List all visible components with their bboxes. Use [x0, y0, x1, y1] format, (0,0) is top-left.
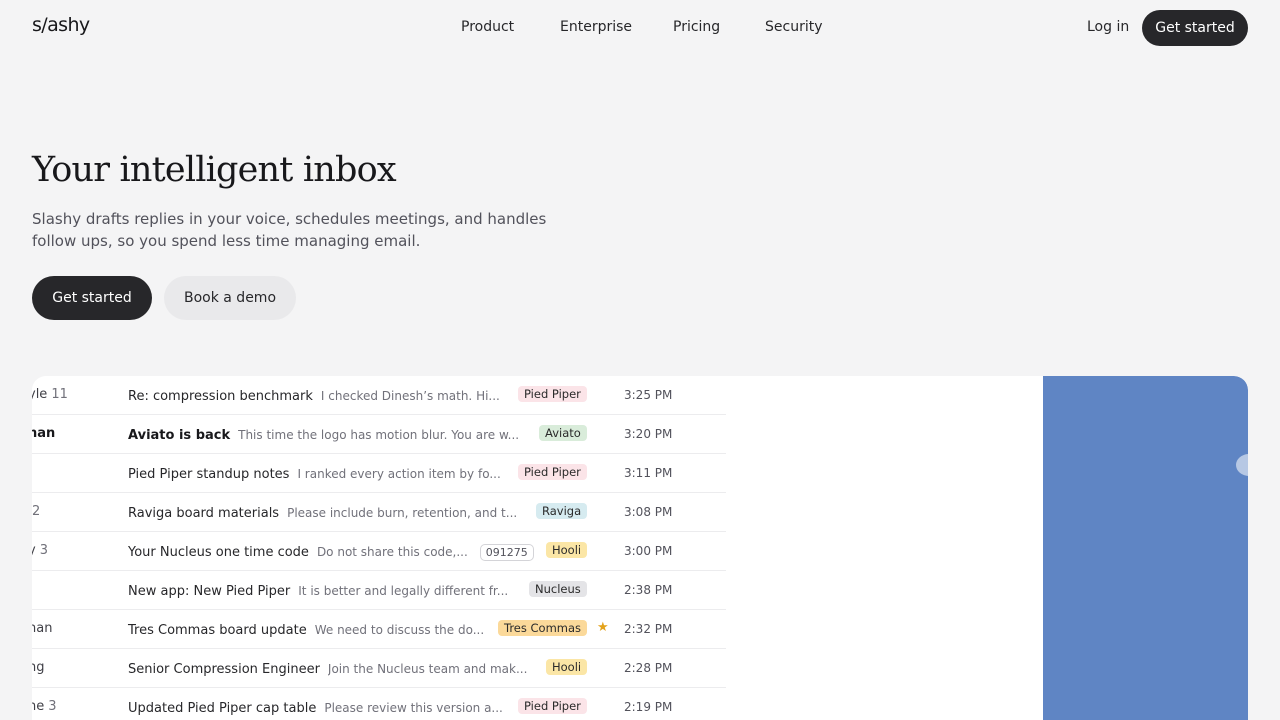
hero-subtitle: Slashy drafts replies in your voice, sch… — [32, 210, 547, 250]
email-row[interactable]: nan Tres Commas board update We need to di… — [32, 610, 726, 649]
email-sender-name: yle — [32, 387, 48, 402]
label-tag[interactable]: Hooli — [546, 659, 588, 675]
email-snippet: It is better and legally different fr... — [298, 584, 509, 598]
label-tag[interactable]: Pied Piper — [518, 464, 587, 480]
nav-link-enterprise[interactable]: Enterprise — [560, 19, 632, 35]
top-nav: s/ashy Product Enterprise Pricing Securi… — [0, 0, 1280, 56]
thread-count: 3 — [39, 543, 48, 558]
email-content: Re: compression benchmark I checked Dines… — [128, 387, 500, 405]
email-sender: yle11 — [32, 387, 68, 402]
email-subject: Aviato is back — [128, 427, 231, 443]
email-snippet: Please include burn, retention, and t... — [287, 506, 518, 520]
email-sender: nan — [32, 621, 52, 636]
email-sender: 2 — [32, 504, 40, 519]
label-tag[interactable]: Aviato — [539, 425, 587, 441]
inbox-preview: yle11 Re: compression benchmark I checked … — [32, 376, 1248, 720]
email-subject: Senior Compression Engineer — [128, 661, 320, 677]
star-icon[interactable]: ★ — [597, 620, 609, 635]
email-subject: Your Nucleus one time code — [128, 544, 309, 560]
email-time: 3:08 PM — [624, 505, 673, 519]
email-snippet: Do not share this code,... — [316, 545, 468, 559]
email-row[interactable]: 2 Raviga board materials Please include bu… — [32, 493, 726, 532]
email-row[interactable]: y3 Your Nucleus one time code Do not share… — [32, 532, 726, 571]
email-sender: y3 — [32, 543, 48, 558]
label-tag[interactable]: Nucleus — [529, 581, 587, 597]
verification-code-chip[interactable]: 091275 — [479, 543, 534, 561]
get-started-button[interactable]: Get started — [32, 276, 152, 320]
thread-count: 2 — [32, 504, 41, 519]
email-time: 3:25 PM — [624, 388, 673, 402]
nav-get-started-button[interactable]: Get started — [1142, 10, 1248, 46]
email-row[interactable]: New app: New Pied Piper It is better and … — [32, 571, 726, 610]
email-content: Aviato is back This time the logo has mot… — [128, 426, 519, 444]
email-list: yle11 Re: compression benchmark I checked … — [32, 376, 726, 720]
label-tag[interactable]: Raviga — [536, 503, 588, 519]
hero-title: Your intelligent inbox — [32, 150, 397, 190]
email-snippet: I checked Dinesh’s math. Hi... — [320, 389, 500, 403]
email-content: New app: New Pied Piper It is better and … — [128, 582, 508, 600]
email-snippet: This time the logo has motion blur. You … — [238, 428, 520, 442]
email-row[interactable]: ne 3 Updated Pied Piper cap table Please re… — [32, 688, 726, 720]
thread-count: 3 — [48, 699, 57, 714]
email-row[interactable]: nan Aviato is back This time the logo has … — [32, 415, 726, 454]
label-tag[interactable]: Pied Piper — [518, 386, 587, 402]
email-snippet: Join the Nucleus team and mak... — [327, 662, 528, 676]
email-sender: ne 3 — [32, 699, 57, 714]
email-row[interactable]: ng Senior Compression Engineer Join the Nu… — [32, 649, 726, 688]
email-content: Raviga board materials Please include bur… — [128, 504, 517, 522]
email-row[interactable]: yle11 Re: compression benchmark I checked … — [32, 376, 726, 415]
email-snippet: Please review this version a... — [324, 701, 503, 715]
email-subject: Tres Commas board update — [128, 622, 307, 638]
email-sender-name: ne — [32, 699, 45, 714]
email-time: 3:20 PM — [624, 427, 673, 441]
nav-link-security[interactable]: Security — [765, 19, 823, 35]
email-time: 2:19 PM — [624, 700, 673, 714]
email-content: Pied Piper standup notes I ranked every a… — [128, 465, 501, 483]
email-sender-name: nan — [32, 621, 53, 636]
cloud-decoration — [1236, 454, 1248, 476]
email-sender-name: nan — [32, 426, 56, 441]
thread-count: 11 — [51, 387, 68, 402]
preview-image-panel — [1043, 376, 1248, 720]
email-snippet: We need to discuss the do... — [314, 623, 485, 637]
email-time: 2:28 PM — [624, 661, 673, 675]
email-content: Updated Pied Piper cap table Please revie… — [128, 699, 503, 717]
email-row[interactable]: Pied Piper standup notes I ranked every a… — [32, 454, 726, 493]
email-sender-name: ng — [32, 660, 45, 675]
email-time: 2:38 PM — [624, 583, 673, 597]
email-time: 2:32 PM — [624, 622, 673, 636]
email-subject: Pied Piper standup notes — [128, 466, 290, 482]
email-sender-name: y — [32, 543, 36, 558]
nav-link-pricing[interactable]: Pricing — [673, 19, 720, 35]
nav-link-product[interactable]: Product — [461, 19, 514, 35]
email-sender: ng — [32, 660, 45, 675]
email-subject: New app: New Pied Piper — [128, 583, 291, 599]
email-content: Your Nucleus one time code Do not share t… — [128, 543, 534, 561]
email-time: 3:00 PM — [624, 544, 673, 558]
email-subject: Updated Pied Piper cap table — [128, 700, 317, 716]
email-content: Tres Commas board update We need to discu… — [128, 621, 484, 639]
label-tag[interactable]: Hooli — [546, 542, 588, 558]
email-time: 3:11 PM — [624, 466, 673, 480]
book-demo-button[interactable]: Book a demo — [164, 276, 296, 320]
label-tag[interactable]: Pied Piper — [518, 698, 587, 714]
email-snippet: I ranked every action item by fo... — [297, 467, 501, 481]
login-link[interactable]: Log in — [1087, 19, 1129, 35]
email-subject: Re: compression benchmark — [128, 388, 313, 404]
email-subject: Raviga board materials — [128, 505, 280, 521]
email-content: Senior Compression Engineer Join the Nucl… — [128, 660, 527, 678]
email-sender: nan — [32, 426, 55, 441]
label-tag[interactable]: Tres Commas — [498, 620, 588, 636]
